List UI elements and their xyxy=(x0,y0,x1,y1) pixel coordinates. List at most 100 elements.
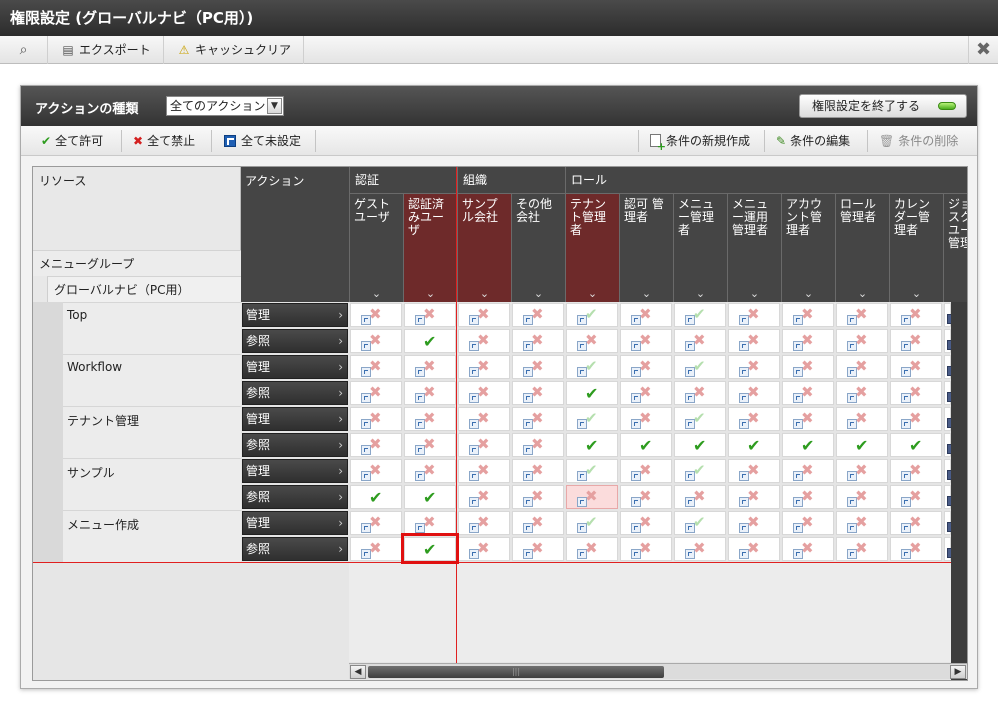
permission-cell[interactable]: ✖ xyxy=(890,355,942,379)
permission-cell[interactable]: ✖ xyxy=(404,381,456,405)
permission-cell[interactable]: ✖ xyxy=(836,459,888,483)
permission-cell[interactable]: ✖ xyxy=(620,485,672,509)
permission-cell[interactable]: ✖ xyxy=(458,459,510,483)
permission-cell[interactable]: ✖ xyxy=(620,355,672,379)
permission-cell[interactable]: ✖ xyxy=(512,329,564,353)
permission-cell[interactable]: ✖ xyxy=(782,381,834,405)
permission-cell[interactable]: ✔ xyxy=(674,303,726,327)
permission-cell[interactable]: ✖ xyxy=(836,381,888,405)
permission-cell[interactable]: ✔ xyxy=(566,433,618,457)
permission-cell[interactable]: ✔ xyxy=(566,459,618,483)
unset-all-button[interactable]: 全て未設定 xyxy=(224,126,301,156)
column-header[interactable]: カレン ダー管 理者 ⌄ xyxy=(889,193,943,302)
permission-cell[interactable]: ✖ xyxy=(782,355,834,379)
column-header[interactable]: メニュ ー管理 者 ⌄ xyxy=(673,193,727,302)
permission-cell[interactable]: ✔ xyxy=(404,485,456,509)
permission-cell[interactable]: ✖ xyxy=(512,485,564,509)
permission-cell[interactable]: ✖ xyxy=(404,433,456,457)
deny-all-button[interactable]: ✖ 全て禁止 xyxy=(133,126,195,156)
permission-cell[interactable]: ✖ xyxy=(782,485,834,509)
permission-cell[interactable]: ✖ xyxy=(728,303,780,327)
column-header[interactable]: テナン ト管理 者 ⌄ xyxy=(565,193,619,302)
permission-cell[interactable]: ✖ xyxy=(728,485,780,509)
permission-cell[interactable]: ✔ xyxy=(620,433,672,457)
scroll-left-button[interactable]: ◀ xyxy=(350,665,366,679)
action-type-select[interactable]: 全てのアクション ▼ xyxy=(166,96,284,116)
horizontal-scrollbar[interactable]: ◀ ||| ▶ xyxy=(349,663,967,679)
permission-cell[interactable]: ✖ xyxy=(836,303,888,327)
scroll-thumb[interactable]: ||| xyxy=(368,666,664,678)
permission-cell[interactable]: ✖ xyxy=(512,355,564,379)
permission-cell[interactable]: ✖ xyxy=(350,303,402,327)
permission-cell[interactable]: ✖ xyxy=(728,459,780,483)
permission-cell[interactable]: ✖ xyxy=(890,381,942,405)
permission-cell[interactable]: ✖ xyxy=(566,329,618,353)
permission-cell[interactable]: ✖ xyxy=(512,433,564,457)
action-manage-button[interactable]: 管理 › xyxy=(242,407,348,431)
column-header[interactable]: 認証済 みユー ザ ⌄ xyxy=(403,193,457,302)
permission-cell[interactable]: ✖ xyxy=(404,303,456,327)
permission-cell[interactable]: ✖ xyxy=(512,407,564,431)
column-header[interactable]: メニュ ー運用 管理者 ⌄ xyxy=(727,193,781,302)
permission-cell-partial[interactable] xyxy=(944,537,955,561)
permission-cell[interactable]: ✖ xyxy=(350,355,402,379)
search-button[interactable]: ⌕ xyxy=(0,36,48,64)
permission-cell[interactable]: ✖ xyxy=(728,407,780,431)
column-header[interactable]: ジョ スク ユー 管理 xyxy=(943,193,967,302)
scroll-right-button[interactable]: ▶ xyxy=(950,665,966,679)
permission-cell[interactable]: ✖ xyxy=(728,355,780,379)
permission-cell[interactable]: ✖ xyxy=(350,511,402,535)
permission-cell[interactable]: ✖ xyxy=(566,485,618,509)
permission-cell[interactable]: ✔ xyxy=(728,433,780,457)
permission-cell-partial[interactable] xyxy=(944,433,955,457)
permission-cell[interactable]: ✖ xyxy=(836,355,888,379)
permission-cell[interactable]: ✖ xyxy=(728,381,780,405)
permission-cell[interactable]: ✖ xyxy=(836,329,888,353)
column-header[interactable]: サンプ ル会社 ⌄ xyxy=(457,193,511,302)
permission-cell[interactable]: ✖ xyxy=(890,537,942,561)
permission-cell[interactable]: ✖ xyxy=(620,407,672,431)
permission-cell[interactable]: ✖ xyxy=(350,329,402,353)
column-header[interactable]: アカウ ント管 理者 ⌄ xyxy=(781,193,835,302)
permission-cell[interactable]: ✖ xyxy=(512,303,564,327)
permission-cell[interactable]: ✖ xyxy=(836,407,888,431)
permission-cell[interactable]: ✖ xyxy=(458,355,510,379)
permission-cell[interactable]: ✖ xyxy=(674,537,726,561)
action-manage-button[interactable]: 管理 › xyxy=(242,303,348,327)
permission-cell[interactable]: ✖ xyxy=(674,329,726,353)
permission-cell[interactable]: ✖ xyxy=(620,537,672,561)
permission-cell[interactable]: ✖ xyxy=(890,407,942,431)
close-icon[interactable]: ✖ xyxy=(968,36,998,64)
permission-cell[interactable]: ✖ xyxy=(350,407,402,431)
permission-cell[interactable]: ✖ xyxy=(350,381,402,405)
permission-cell[interactable]: ✖ xyxy=(890,485,942,509)
permission-cell[interactable]: ✔ xyxy=(566,511,618,535)
permission-cell[interactable]: ✖ xyxy=(674,485,726,509)
permission-cell[interactable]: ✔ xyxy=(566,381,618,405)
delete-condition-button[interactable]: 🗑 条件の削除 xyxy=(879,126,958,156)
permission-cell[interactable]: ✖ xyxy=(458,433,510,457)
permission-cell[interactable]: ✖ xyxy=(620,511,672,535)
action-manage-button[interactable]: 管理 › xyxy=(242,511,348,535)
permission-cell-partial[interactable] xyxy=(944,407,955,431)
permission-cell[interactable]: ✔ xyxy=(674,459,726,483)
permission-cell-partial[interactable] xyxy=(944,355,955,379)
permission-cell[interactable]: ✖ xyxy=(728,511,780,535)
action-view-button[interactable]: 参照 › xyxy=(242,433,348,457)
action-view-button[interactable]: 参照 › xyxy=(242,329,348,353)
permission-cell[interactable]: ✔ xyxy=(404,329,456,353)
permission-cell[interactable]: ✔ xyxy=(350,485,402,509)
permission-cell[interactable]: ✖ xyxy=(890,303,942,327)
permission-cell[interactable]: ✖ xyxy=(890,511,942,535)
permission-cell-partial[interactable] xyxy=(944,381,955,405)
permission-cell-partial[interactable] xyxy=(944,511,955,535)
permission-cell-partial[interactable] xyxy=(944,459,955,483)
permission-cell[interactable]: ✖ xyxy=(350,433,402,457)
permission-cell[interactable]: ✖ xyxy=(458,537,510,561)
permission-cell[interactable]: ✔ xyxy=(890,433,942,457)
permission-cell[interactable]: ✖ xyxy=(782,537,834,561)
permission-cell[interactable]: ✔ xyxy=(674,407,726,431)
permission-cell[interactable]: ✔ xyxy=(782,433,834,457)
permission-cell[interactable]: ✔ xyxy=(674,355,726,379)
permission-cell[interactable]: ✖ xyxy=(890,459,942,483)
